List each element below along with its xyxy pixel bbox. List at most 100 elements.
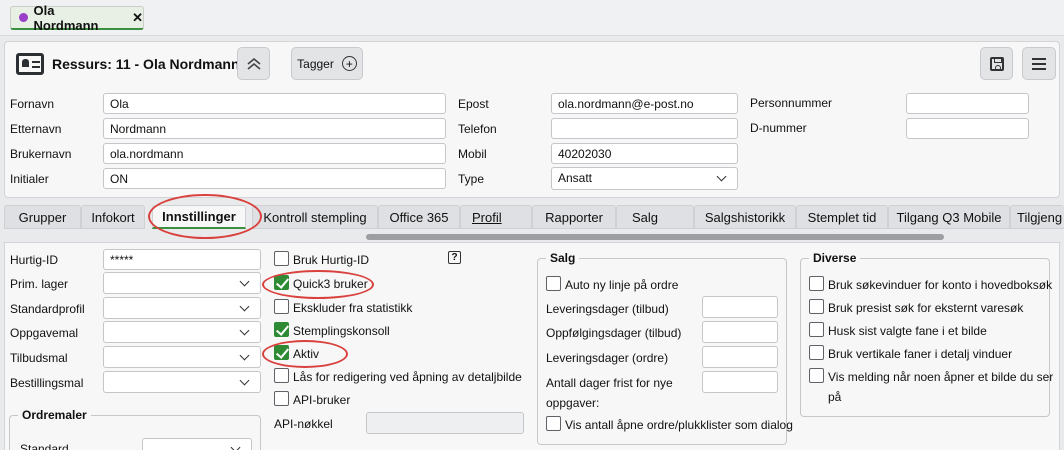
tab-infokort[interactable]: Infokort: [81, 205, 145, 229]
tab-tilgang-q3-mobile[interactable]: Tilgang Q3 Mobile: [888, 205, 1010, 229]
tags-button[interactable]: Tagger +: [291, 47, 363, 80]
stemplingskonsoll-checkbox[interactable]: [274, 322, 289, 337]
vis-antall-checkbox[interactable]: [546, 416, 561, 431]
document-tab-label: Ola Nordmann: [33, 2, 99, 33]
laas-checkbox[interactable]: [274, 368, 289, 383]
hurtig-id-label: Hurtig-ID: [10, 253, 59, 267]
vis-antall-label: Vis antall åpne ordre/plukklister som di…: [565, 418, 793, 432]
save-icon: [989, 56, 1004, 71]
telefon-input[interactable]: [551, 118, 738, 139]
vertikale-faner-checkbox[interactable]: [809, 345, 824, 360]
oppgavemal-select[interactable]: [103, 321, 261, 343]
mobil-input[interactable]: 40202030: [551, 143, 738, 164]
sokevinduer-checkbox[interactable]: [809, 276, 824, 291]
leveringsdager-ordre-input[interactable]: [702, 346, 778, 368]
tab-tilgjeng[interactable]: Tilgjeng: [1010, 205, 1064, 229]
vis-melding-checkbox[interactable]: [809, 368, 824, 383]
standard-select[interactable]: [142, 438, 252, 450]
id-card-icon: [16, 53, 44, 75]
tab-scrollbar[interactable]: [366, 234, 944, 240]
quick3-checkbox[interactable]: [274, 275, 289, 290]
etternavn-label: Etternavn: [10, 122, 62, 136]
telefon-label: Telefon: [458, 122, 497, 136]
diverse-legend: Diverse: [813, 251, 857, 265]
status-dot-icon: [19, 13, 28, 22]
fornavn-label: Fornavn: [10, 97, 55, 111]
api-bruker-label: API-bruker: [293, 393, 351, 407]
bruk-hurtig-id-checkbox[interactable]: [274, 251, 289, 266]
type-label: Type: [458, 172, 485, 186]
epost-label: Epost: [458, 97, 489, 111]
vertikale-faner-label: Bruk vertikale faner i detalj vinduer: [828, 347, 1013, 361]
husk-fane-checkbox[interactable]: [809, 322, 824, 337]
document-tab-strip: [0, 0, 1064, 36]
menu-button[interactable]: [1022, 47, 1056, 80]
hamburger-icon: [1032, 62, 1046, 65]
collapse-button[interactable]: [237, 47, 270, 80]
page-title-row: Ressurs: 11 - Ola Nordmann: [16, 51, 240, 77]
bruk-hurtig-id-label: Bruk Hurtig-ID: [293, 253, 370, 267]
oppgavemal-label: Oppgavemal: [10, 326, 79, 340]
presist-sok-checkbox[interactable]: [809, 299, 824, 314]
prim-lager-select[interactable]: [103, 272, 261, 294]
standardprofil-label: Standardprofil: [10, 302, 85, 316]
document-tab[interactable]: Ola Nordmann ✕: [10, 2, 144, 33]
tilbudsmal-label: Tilbudsmal: [10, 351, 68, 365]
tab-stemplet-tid[interactable]: Stemplet tid: [796, 205, 888, 229]
api-bruker-checkbox[interactable]: [274, 391, 289, 406]
antall-dager-label-1: Antall dager frist for nye: [546, 376, 673, 390]
tab-salg[interactable]: Salg: [616, 205, 694, 229]
standardprofil-select[interactable]: [103, 297, 261, 319]
salg-legend: Salg: [550, 251, 576, 265]
type-select[interactable]: Ansatt: [551, 167, 738, 190]
vis-melding-label-2: på: [828, 390, 842, 404]
oppfolgingsdager-tilbud-label: Oppfølgingsdager (tilbud): [546, 326, 682, 340]
tab-innstillinger[interactable]: Innstillinger: [152, 205, 246, 229]
ekskluder-checkbox[interactable]: [274, 299, 289, 314]
sokevinduer-label: Bruk søkevinduer for konto i hovedboksøk: [828, 278, 1053, 292]
vis-melding-label-1: Vis melding når noen åpner et bilde du s…: [828, 370, 1054, 384]
etternavn-input[interactable]: Nordmann: [103, 118, 446, 139]
api-nokkel-label: API-nøkkel: [274, 417, 333, 431]
leveringsdager-tilbud-input[interactable]: [702, 296, 778, 318]
tab-kontroll-stempling[interactable]: Kontroll stempling: [252, 205, 378, 229]
tilbudsmal-select[interactable]: [103, 346, 261, 368]
bestillingsmal-select[interactable]: [103, 371, 261, 393]
oppfolgingsdager-tilbud-input[interactable]: [702, 321, 778, 343]
initialer-label: Initialer: [10, 172, 49, 186]
aktiv-checkbox[interactable]: [274, 345, 289, 360]
laas-label: Lås for redigering ved åpning av detaljb…: [293, 370, 522, 384]
tab-grupper[interactable]: Grupper: [4, 205, 81, 229]
tab-salgshistorikk[interactable]: Salgshistorikk: [694, 205, 796, 229]
help-icon[interactable]: ?: [448, 251, 461, 264]
aktiv-label: Aktiv: [293, 347, 320, 361]
api-nokkel-input: [366, 412, 524, 434]
tab-rapporter[interactable]: Rapporter: [532, 205, 616, 229]
epost-input[interactable]: ola.nordmann@e-post.no: [551, 93, 738, 114]
antall-dager-label-2: oppgaver:: [546, 396, 600, 410]
standard-label: Standard: [20, 442, 69, 450]
presist-sok-label: Bruk presist søk for eksternt varesøk: [828, 301, 1024, 315]
brukernavn-label: Brukernavn: [10, 147, 72, 161]
stemplingskonsoll-label: Stemplingskonsoll: [293, 324, 390, 338]
fornavn-input[interactable]: Ola: [103, 93, 446, 114]
prim-lager-label: Prim. lager: [10, 277, 69, 291]
brukernavn-input[interactable]: ola.nordmann: [103, 143, 446, 164]
double-chevron-up-icon: [246, 57, 261, 70]
personnummer-input[interactable]: [906, 93, 1029, 114]
save-button[interactable]: [980, 47, 1013, 80]
auto-ny-linje-checkbox[interactable]: [546, 276, 561, 291]
close-icon[interactable]: ✕: [132, 10, 143, 26]
hurtig-id-input[interactable]: *****: [103, 249, 261, 270]
leveringsdager-ordre-label: Leveringsdager (ordre): [546, 351, 669, 365]
husk-fane-label: Husk sist valgte fane i et bilde: [828, 324, 987, 338]
tab-office-365[interactable]: Office 365: [378, 205, 460, 229]
initialer-input[interactable]: ON: [103, 168, 446, 189]
quick3-label: Quick3 bruker: [293, 277, 368, 291]
dnummer-input[interactable]: [906, 118, 1029, 139]
antall-dager-input[interactable]: [702, 371, 778, 393]
personnummer-label: Personnummer: [750, 96, 833, 110]
tab-profil[interactable]: Profil: [460, 205, 532, 229]
auto-ny-linje-label: Auto ny linje på ordre: [565, 278, 679, 292]
bestillingsmal-label: Bestillingsmal: [10, 376, 84, 390]
